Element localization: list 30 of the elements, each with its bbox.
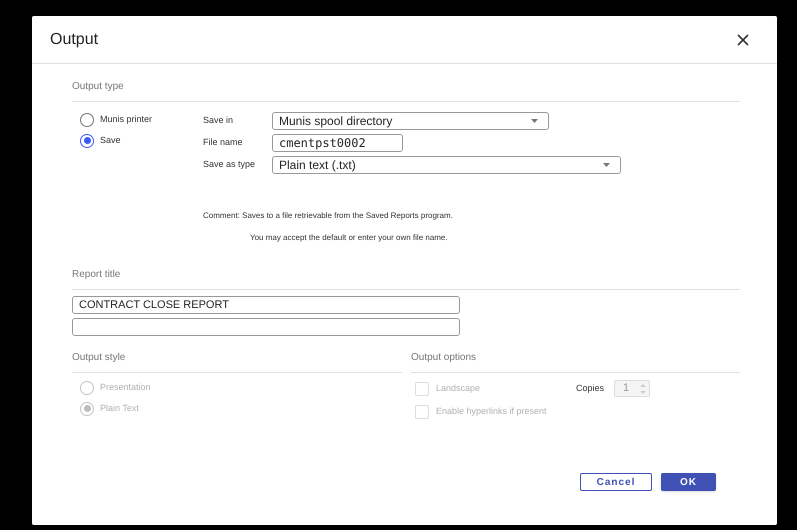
comment-text: Comment: Saves to a file retrievable from the Saved Reports program. [203, 210, 454, 222]
radio-label: Presentation [100, 380, 151, 394]
cancel-button[interactable]: Cancel [580, 473, 652, 491]
radio-label: Save [100, 134, 121, 147]
radio-button[interactable] [80, 134, 94, 148]
caret-icon [531, 119, 538, 123]
field-label: Save in [203, 114, 234, 128]
dialog-title: Output [50, 30, 98, 50]
dropdown-field[interactable]: Munis spool directory [272, 112, 549, 130]
field-label: File name [203, 136, 244, 150]
radio-button[interactable] [80, 112, 94, 126]
close-icon[interactable] [737, 34, 749, 46]
copies-label: Copies [576, 382, 604, 395]
checkbox-label: Landscape [436, 382, 482, 395]
spinner-arrows-icon [640, 382, 646, 394]
radio-label: Munis printer [100, 112, 152, 126]
section-heading: Output options [411, 352, 476, 363]
section-heading: Output type [72, 81, 124, 92]
input-field[interactable]: CONTRACT CLOSE REPORT [72, 296, 460, 314]
field-label: Save as type [203, 158, 256, 172]
input-field[interactable]: cmentpst0002 [272, 134, 403, 152]
caret-icon [603, 163, 610, 167]
section-heading: Report title [72, 269, 120, 280]
checkbox-label: Enable hyperlinks if present [436, 404, 548, 418]
section-heading: Output style [72, 352, 126, 363]
radio-label: Plain Text [100, 402, 139, 415]
input-field[interactable] [72, 318, 460, 336]
ok-button[interactable]: OK [661, 473, 716, 491]
comment-text: You may accept the default or enter your own file name. [249, 232, 449, 244]
dropdown-field[interactable]: Plain text (.txt) [272, 156, 621, 174]
